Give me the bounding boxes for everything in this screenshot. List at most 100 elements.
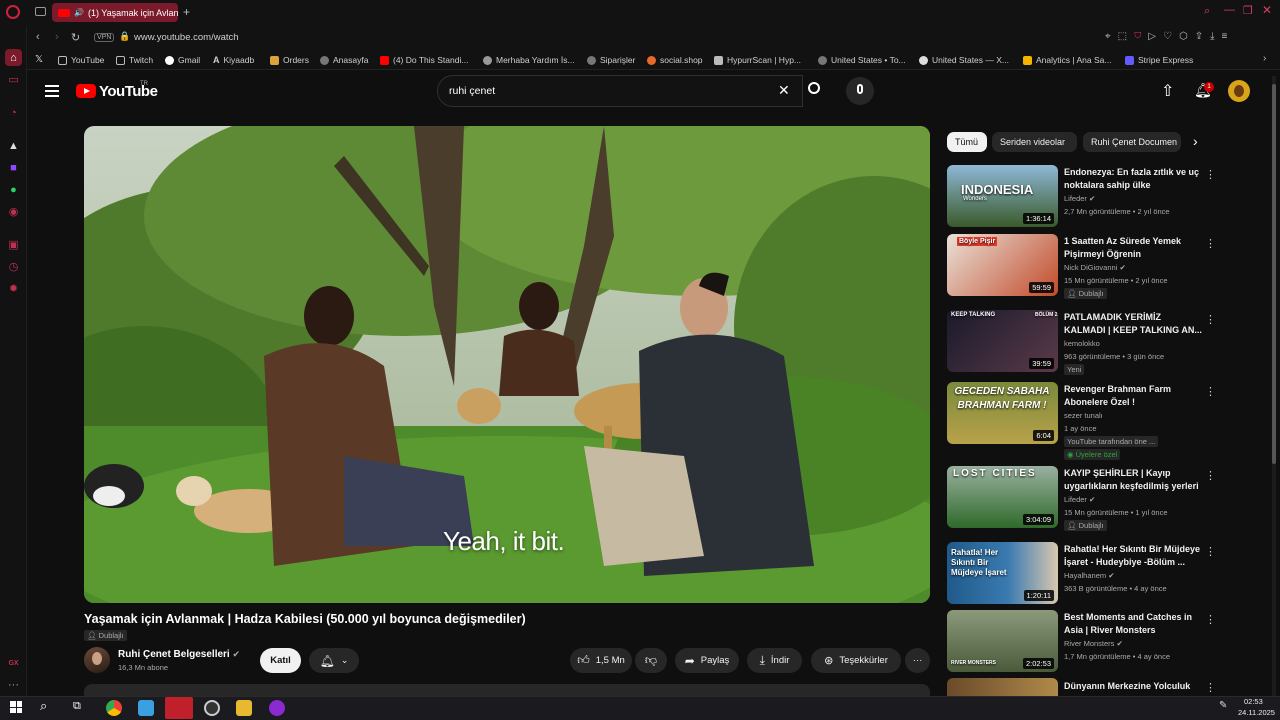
bookmarks-overflow-icon[interactable]: › [1263, 53, 1266, 64]
bookmark-item[interactable]: YouTube [58, 55, 104, 65]
more-actions-button[interactable]: ··· [905, 648, 930, 673]
chip-channel[interactable]: Ruhi Çenet Documen [1083, 132, 1181, 152]
vpn-badge[interactable]: VPN [94, 33, 115, 42]
chrome-icon[interactable] [106, 700, 122, 716]
pen-icon[interactable]: ✎ [1219, 700, 1227, 711]
heart-icon[interactable]: ♡ [1163, 31, 1179, 42]
bookmark-item[interactable]: A Kiyaadb [213, 55, 254, 65]
search-icon[interactable] [808, 82, 820, 94]
chip-all[interactable]: Tümü [947, 132, 987, 152]
bookmark-item[interactable]: Orders [270, 55, 309, 65]
recommendation-channel[interactable]: Lifeder ✔ [1064, 194, 1095, 203]
scrollbar-thumb[interactable] [1272, 84, 1276, 464]
tor-browser-icon[interactable] [269, 700, 285, 716]
bookmark-item[interactable]: Merhaba Yardım İs... [483, 55, 575, 65]
join-button[interactable]: Katıl [260, 648, 301, 673]
lock-icon[interactable]: 🔒 [119, 31, 130, 42]
reload-button[interactable]: ↻ [71, 31, 80, 44]
thumbnail[interactable]: KEEP TALKING BÖLÜM 2 39:59 [947, 310, 1058, 372]
address-bar-tools[interactable]: ⌖⬚⛉▷♡⬡⇪⤓≡ [1105, 31, 1234, 42]
recommendation-title[interactable]: Rahatla! Her Sıkıntı Bir Müjdeye İşaret … [1064, 543, 1204, 568]
download-icon[interactable]: ⤓ [1210, 31, 1221, 42]
music-icon[interactable]: ◉ [5, 203, 22, 220]
back-button[interactable]: ‹ [36, 31, 40, 43]
whatsapp-icon[interactable]: ● [5, 181, 22, 198]
tab-search-icon[interactable] [35, 7, 46, 16]
file-explorer-icon[interactable] [236, 700, 252, 716]
download-button[interactable]: ⤓ İndir [747, 648, 802, 673]
recommendation-title[interactable]: Revenger Brahman Farm Abonelere Özel ! [1064, 383, 1204, 408]
x-twitter-icon[interactable]: 𝕏 [35, 54, 43, 65]
recommendation-channel[interactable]: Hayalhanem ✔ [1064, 571, 1115, 580]
clear-search-icon[interactable]: ✕ [778, 82, 790, 99]
play-icon[interactable]: ▷ [1148, 31, 1163, 42]
more-vertical-icon[interactable]: ⋮ [1205, 613, 1216, 626]
new-tab-button[interactable]: + [183, 5, 190, 19]
recommendation-title[interactable]: Dünyanın Merkezine Yolculuk [1064, 680, 1204, 693]
description-box[interactable] [84, 684, 930, 696]
url-field[interactable]: www.youtube.com/watch [134, 32, 239, 43]
page-scrollbar[interactable] [1272, 76, 1276, 696]
youtube-logo-icon[interactable] [76, 84, 96, 98]
forward-button[interactable]: › [55, 31, 59, 43]
aria-icon[interactable]: ▲ [5, 137, 22, 154]
easy-setup-icon[interactable]: ≡ [1222, 31, 1235, 42]
wallet-icon[interactable]: ▣ [5, 236, 22, 253]
gx-icon[interactable]: GX [5, 655, 22, 672]
more-vertical-icon[interactable]: ⋮ [1205, 469, 1216, 482]
user-avatar[interactable] [1228, 80, 1250, 102]
thumbnail[interactable]: GECEDEN SABAHA BRAHMAN FARM ! 6:04 [947, 382, 1058, 444]
more-vertical-icon[interactable]: ⋮ [1205, 681, 1216, 694]
extensions-icon[interactable]: ⬡ [1179, 31, 1195, 42]
bookmark-item[interactable]: Anasayfa [320, 55, 368, 65]
windows-start-icon[interactable] [10, 701, 22, 713]
clock-date[interactable]: 24.11.2025 [1238, 708, 1275, 717]
pin-icon[interactable]: ⌖ [1105, 31, 1118, 42]
bookmark-item[interactable]: HypurrScan | Hyp... [714, 55, 801, 65]
obs-icon[interactable] [204, 700, 220, 716]
channel-avatar[interactable] [84, 647, 110, 673]
chip-series[interactable]: Seriden videolar [992, 132, 1077, 152]
thumbnail[interactable]: Böyle Pişir 59:59 [947, 234, 1058, 296]
chips-next-icon[interactable]: › [1193, 133, 1198, 149]
more-icon[interactable]: ··· [5, 676, 22, 693]
recommendation-item[interactable]: Dünyanın Merkezine Yolculuk ⋮ [947, 678, 1227, 696]
history-icon[interactable]: ◷ [5, 258, 22, 275]
bookmark-item[interactable]: United States • To... [818, 55, 906, 65]
like-button[interactable]: 👍︎ 1,5 Mn [570, 648, 632, 673]
search-query[interactable]: ruhi çenet [449, 85, 495, 97]
calculator-icon[interactable] [138, 700, 154, 716]
recommendation-channel[interactable]: River Monsters ✔ [1064, 639, 1123, 648]
bookmark-item[interactable]: Twitch [116, 55, 153, 65]
more-vertical-icon[interactable]: ⋮ [1205, 168, 1216, 181]
task-view-icon[interactable]: ⧉ [73, 700, 81, 713]
more-vertical-icon[interactable]: ⋮ [1205, 385, 1216, 398]
share-button[interactable]: ➦ Paylaş [675, 648, 739, 673]
more-vertical-icon[interactable]: ⋮ [1205, 545, 1216, 558]
bookmark-item[interactable]: United States — X... [919, 55, 1009, 65]
minimize-button[interactable]: — [1224, 4, 1235, 16]
recommendation-channel[interactable]: sezer tunalı [1064, 411, 1103, 420]
bookmark-item[interactable]: Gmail [165, 55, 200, 65]
channel-name[interactable]: Ruhi Çenet Belgeselleri ✔ [118, 649, 240, 660]
dislike-button[interactable]: 👎︎ [635, 648, 667, 673]
thumbnail[interactable]: LOST CITIES 3:04:09 [947, 466, 1058, 528]
opera-menu-icon[interactable] [6, 5, 20, 19]
thumbnail[interactable]: Rahatla! Her Sıkıntı Bir Müjdeye İşaret … [947, 542, 1058, 604]
bookmark-item[interactable]: Siparişler [587, 55, 635, 65]
recommendation-title[interactable]: PATLAMADIK YERİMİZ KALMADI | KEEP TALKIN… [1064, 311, 1204, 336]
recommendation-channel[interactable]: Nick DiGiovanni ✔ [1064, 263, 1126, 272]
home-icon[interactable]: ⌂ [5, 49, 22, 66]
clock-time[interactable]: 02:53 [1244, 697, 1263, 706]
shield-icon[interactable]: ⛉ [1134, 31, 1148, 42]
youtube-logo-text[interactable]: YouTube [99, 83, 158, 100]
recommendation-title[interactable]: Endonezya: En fazla zıtlık ve uç noktala… [1064, 166, 1204, 191]
recommendation-title[interactable]: Best Moments and Catches in Asia | River… [1064, 611, 1204, 636]
flow-icon[interactable]: ⇪ [1195, 31, 1210, 42]
more-vertical-icon[interactable]: ⋮ [1205, 237, 1216, 250]
bookmark-item[interactable]: Stripe Express [1125, 55, 1193, 65]
voice-search-button[interactable] [846, 77, 874, 105]
gamepad-icon[interactable]: ▭ [5, 71, 22, 88]
upload-icon[interactable]: ⇧ [1161, 81, 1174, 101]
recommendation-title[interactable]: 1 Saatten Az Sürede Yemek Pişirmeyi Öğre… [1064, 235, 1204, 260]
